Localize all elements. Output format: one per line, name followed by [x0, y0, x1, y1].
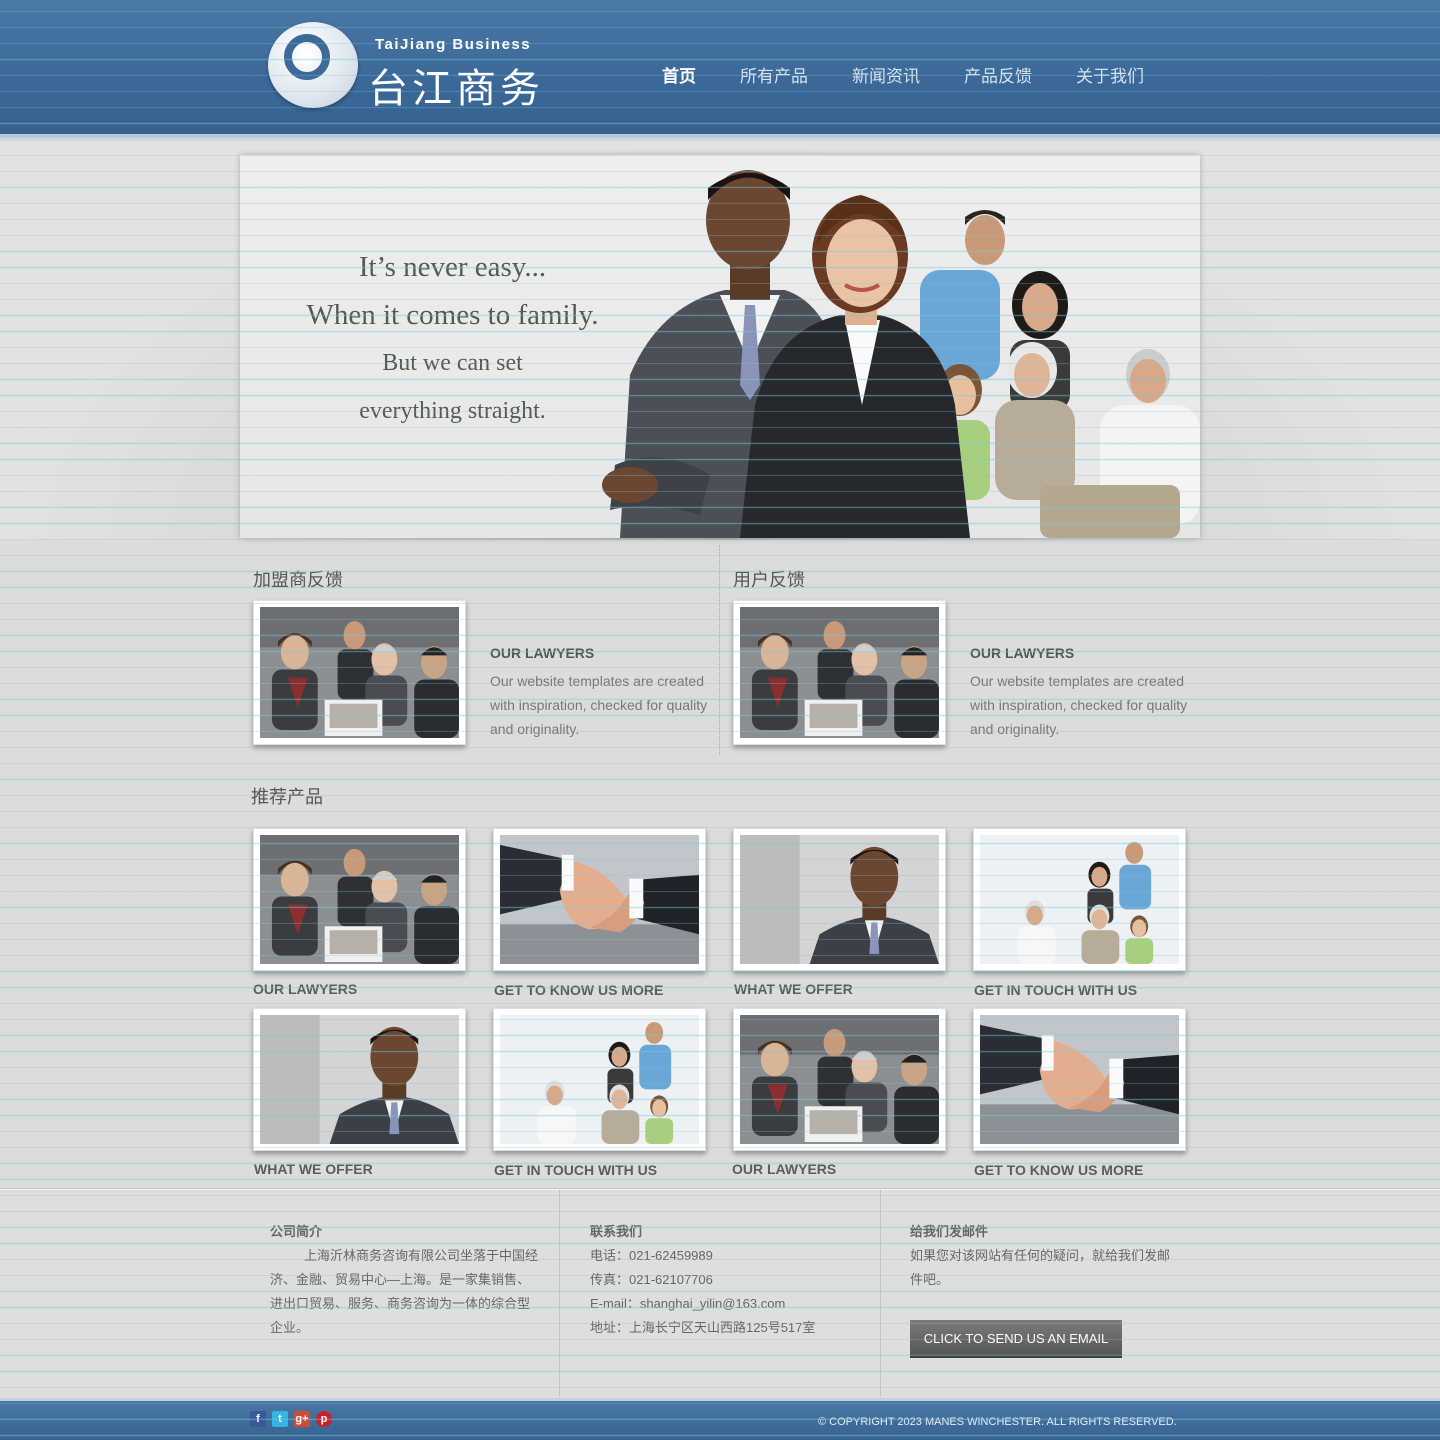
- franchise-feedback-title: 加盟商反馈: [253, 570, 343, 590]
- business-meeting-image: [740, 607, 939, 738]
- footer-phone: 电话：021-62459989: [590, 1248, 713, 1263]
- footer-address: 地址：上海长宁区天山西路125号517室: [590, 1320, 816, 1335]
- google-plus-icon[interactable]: g+: [294, 1411, 310, 1427]
- user-feedback-body: Our website templates are created with i…: [970, 673, 1188, 737]
- footer-contact: 联系我们 电话：021-62459989 传真：021-62107706 E-m…: [590, 1220, 860, 1340]
- footer-mail-body: 如果您对该网站有任何的疑问，就给我们发邮件吧。: [910, 1248, 1171, 1287]
- footer-mail-title: 给我们发邮件: [910, 1224, 989, 1239]
- product-label[interactable]: OUR LAWYERS: [253, 981, 357, 997]
- hero-banner: It’s never easy... When it comes to fami…: [240, 155, 1200, 538]
- nav-all-products[interactable]: 所有产品: [718, 62, 830, 87]
- footer-column-divider: [880, 1190, 881, 1396]
- feedback-divider: [719, 545, 720, 755]
- product-card-6[interactable]: [493, 1008, 706, 1151]
- product-label[interactable]: WHAT WE OFFER: [734, 981, 853, 997]
- product-label[interactable]: GET IN TOUCH WITH US: [974, 982, 1137, 998]
- footer-about: 公司简介 上海沂林商务咨询有限公司坐落于中国经济、金融、贸易中心—上海。是一家集…: [270, 1220, 540, 1340]
- copyright-text: © COPYRIGHT 2023 MANES WINCHESTER. ALL R…: [818, 1416, 1177, 1428]
- nav-product-feedback[interactable]: 产品反馈: [942, 62, 1054, 87]
- product-label[interactable]: GET IN TOUCH WITH US: [494, 1162, 657, 1178]
- footer-fax: 传真：021-62107706: [590, 1272, 713, 1287]
- footer-contact-title: 联系我们: [590, 1224, 643, 1239]
- user-feedback-photo[interactable]: [733, 600, 946, 745]
- product-label[interactable]: GET TO KNOW US MORE: [974, 1162, 1143, 1178]
- product-card-7[interactable]: [733, 1008, 946, 1151]
- nav-news[interactable]: 新闻资讯: [830, 62, 942, 87]
- franchise-feedback-photo[interactable]: [253, 600, 466, 745]
- product-label[interactable]: OUR LAWYERS: [732, 1161, 836, 1177]
- footer-email[interactable]: E-mail：shanghai_yilin@163.com: [590, 1292, 860, 1316]
- product-card-2[interactable]: [493, 828, 706, 971]
- recommended-products-title: 推荐产品: [251, 787, 323, 807]
- footer-divider: [0, 1188, 1440, 1190]
- family-image: [500, 1015, 699, 1144]
- footer-about-title: 公司简介: [270, 1224, 323, 1239]
- product-label[interactable]: WHAT WE OFFER: [254, 1161, 373, 1177]
- banner-people-image: [602, 170, 1200, 538]
- family-image: [980, 835, 1179, 964]
- product-card-8[interactable]: [973, 1008, 1186, 1151]
- business-meeting-image: [740, 1015, 939, 1144]
- franchise-feedback-heading: OUR LAWYERS: [490, 645, 595, 661]
- footer-mail: 给我们发邮件 如果您对该网站有任何的疑问，就给我们发邮件吧。: [910, 1220, 1180, 1292]
- footer-about-body: 上海沂林商务咨询有限公司坐落于中国经济、金融、贸易中心—上海。是一家集销售、进出…: [270, 1248, 539, 1335]
- social-links: f t g+ p: [250, 1411, 332, 1427]
- banner-line-1: It’s never easy...: [358, 251, 547, 283]
- product-label[interactable]: GET TO KNOW US MORE: [494, 982, 663, 998]
- product-card-1[interactable]: [253, 828, 466, 971]
- franchise-feedback-text: OUR LAWYERS Our website templates are cr…: [490, 645, 710, 741]
- nav-home[interactable]: 首页: [640, 62, 718, 87]
- banner-line-3: But we can set: [382, 350, 523, 376]
- banner-line-4: everything straight.: [359, 398, 546, 424]
- logo-mark-icon: [268, 22, 358, 108]
- handshake-image: [980, 1015, 1179, 1144]
- nav-about-us[interactable]: 关于我们: [1054, 62, 1166, 87]
- site-header: TaiJiang Business 台江商务 首页 所有产品 新闻资讯 产品反馈…: [0, 0, 1440, 138]
- product-card-4[interactable]: [973, 828, 1186, 971]
- user-feedback-text: OUR LAWYERS Our website templates are cr…: [970, 645, 1190, 741]
- banner-line-2: When it comes to family.: [306, 299, 599, 331]
- businessman-image: [740, 835, 939, 964]
- main-nav: 首页 所有产品 新闻资讯 产品反馈 关于我们: [640, 62, 1166, 87]
- handshake-image: [500, 835, 699, 964]
- footer-column-divider: [559, 1190, 560, 1396]
- bottom-bar: [0, 1398, 1440, 1440]
- send-email-button[interactable]: CLICK TO SEND US AN EMAIL: [910, 1320, 1122, 1358]
- twitter-icon[interactable]: t: [272, 1411, 288, 1427]
- pinterest-icon[interactable]: p: [316, 1411, 332, 1427]
- logo-english-text: TaiJiang Business: [375, 36, 532, 53]
- business-meeting-image: [260, 835, 459, 964]
- logo-chinese-text: 台江商务: [368, 66, 544, 112]
- franchise-feedback-body: Our website templates are created with i…: [490, 673, 708, 737]
- product-card-5[interactable]: [253, 1008, 466, 1151]
- facebook-icon[interactable]: f: [250, 1411, 266, 1427]
- site-logo[interactable]: TaiJiang Business 台江商务: [268, 22, 558, 114]
- user-feedback-title: 用户反馈: [733, 570, 805, 590]
- product-card-3[interactable]: [733, 828, 946, 971]
- banner-slogan: It’s never easy... When it comes to fami…: [280, 243, 625, 435]
- businessman-image: [260, 1015, 459, 1144]
- user-feedback-heading: OUR LAWYERS: [970, 645, 1075, 661]
- business-meeting-image: [260, 607, 459, 738]
